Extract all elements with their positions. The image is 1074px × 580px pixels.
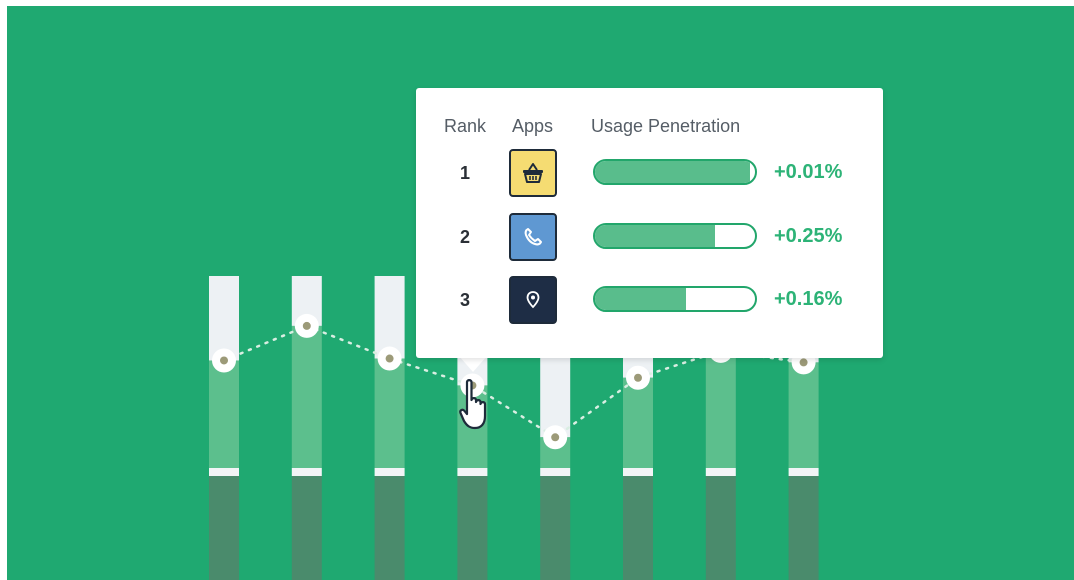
bar-divider (374, 468, 405, 476)
bar-base (540, 476, 571, 580)
bar-divider (540, 468, 571, 476)
basket-icon[interactable] (509, 149, 557, 197)
usage-bar-fill (595, 225, 715, 247)
tooltip-row: 2 +0.25% (416, 213, 883, 263)
header-usage-penetration: Usage Penetration (591, 116, 741, 136)
phone-icon[interactable] (509, 213, 557, 261)
bar-base (623, 476, 653, 580)
data-point-center (799, 358, 808, 367)
bar-base (374, 476, 405, 580)
data-point-center (551, 433, 560, 442)
hand-pointer-icon (459, 379, 487, 430)
header-rank: Rank (444, 116, 487, 136)
data-point-center (220, 356, 228, 365)
chart-stage: Rank Apps Usage Penetration 1 +0.01% 2 +… (0, 0, 1074, 580)
tooltip-row: 3 +0.16% (416, 276, 883, 326)
bar-value (374, 358, 405, 468)
bar-base (209, 476, 239, 580)
bar-value (623, 377, 653, 468)
data-point-center (385, 354, 394, 363)
bar-upper (209, 276, 239, 361)
bar-divider (623, 468, 653, 476)
data-point-center (302, 321, 311, 330)
rank-value: 2 (460, 227, 471, 247)
usage-tooltip: Rank Apps Usage Penetration 1 +0.01% 2 +… (416, 88, 883, 358)
location-pin-icon[interactable] (509, 276, 557, 324)
bar-value (209, 360, 239, 468)
usage-delta: +0.25% (774, 225, 843, 247)
bar-divider (705, 468, 736, 476)
bar-base (788, 476, 819, 580)
usage-delta: +0.16% (774, 288, 843, 310)
header-apps: Apps (512, 116, 554, 136)
tooltip-row: 1 +0.01% (416, 149, 883, 199)
bar-divider (457, 468, 488, 476)
data-point-center (634, 373, 642, 382)
rank-value: 3 (460, 290, 471, 310)
bar-divider (291, 468, 322, 476)
usage-bar (593, 159, 757, 185)
bar-divider (788, 468, 819, 476)
bar-upper (374, 276, 405, 359)
bar-base (705, 476, 736, 580)
bar-value (705, 350, 736, 468)
bar-value (291, 325, 322, 468)
bar-base (291, 476, 322, 580)
bar-base (457, 476, 488, 580)
bar-divider (209, 468, 239, 476)
usage-bar (593, 223, 757, 249)
tooltip-pointer (459, 356, 487, 372)
usage-bar (593, 286, 757, 312)
bar-value (788, 362, 819, 468)
rank-value: 1 (460, 163, 471, 183)
usage-bar-fill (595, 288, 687, 310)
usage-bar-fill (595, 161, 751, 183)
usage-delta: +0.01% (774, 161, 843, 183)
